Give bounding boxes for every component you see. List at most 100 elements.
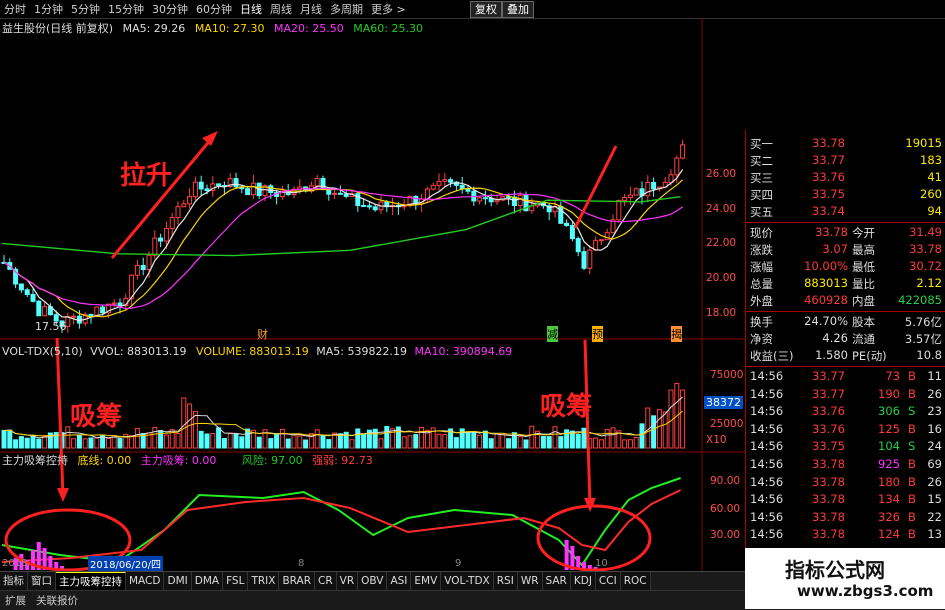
candle-body <box>343 193 349 197</box>
price-tick-22: 22.00 <box>706 237 737 249</box>
candle-body <box>598 239 604 242</box>
tick-time: 14:56 <box>750 457 784 471</box>
indicator-tab-0[interactable]: 指标 <box>0 572 28 590</box>
indicator-tab-6[interactable]: FSL <box>223 572 249 590</box>
bid-price: 33.78 <box>812 136 845 150</box>
bid-label: 买二 <box>750 154 773 168</box>
absorb-arrow-right <box>583 339 592 507</box>
indicator-tab-7[interactable]: TRIX <box>248 572 280 590</box>
indicator-tab-19[interactable]: CCI <box>595 572 621 590</box>
indicator-tab-20[interactable]: ROC <box>620 572 651 590</box>
period-button-0[interactable]: 分时 <box>0 1 30 17</box>
stat-value: 3.07 <box>822 242 848 256</box>
tick-volume: 124 <box>878 527 900 542</box>
finance-value: 1.580 <box>815 348 848 362</box>
indicator-tab-15[interactable]: RSI <box>493 572 518 590</box>
candle-body <box>575 238 581 253</box>
indicator-tab-10[interactable]: VR <box>336 572 359 590</box>
tick-time: 14:56 <box>750 492 784 507</box>
stat-value: 422085 <box>898 293 942 307</box>
tick-count: 26 <box>927 386 942 401</box>
period-button-3[interactable]: 15分钟 <box>104 1 148 17</box>
indicator-tab-8[interactable]: BRAR <box>279 572 315 590</box>
period-toolbar: 分时 1分钟 5分钟 15分钟 30分钟 60分钟 日线 周线 月线 多周期 更多 > 复权 叠加 <box>0 0 945 19</box>
fuquan-button[interactable]: 复权 <box>470 1 502 18</box>
finance-key: 股本 <box>852 315 875 329</box>
tick-count: 16 <box>927 421 942 436</box>
price-tick-24: 24.00 <box>706 203 737 215</box>
period-button-8[interactable]: 月线 <box>296 1 326 17</box>
indicator-tab-2[interactable]: 主力吸筹控持 <box>56 571 126 591</box>
volume-bar <box>517 436 523 449</box>
indicator-tab-17[interactable]: SAR <box>542 572 571 590</box>
stat-key: 涨幅 <box>750 260 773 274</box>
volume-bar <box>71 438 77 449</box>
period-button-5[interactable]: 60分钟 <box>192 1 236 17</box>
tick-row: 14:56 33.78 925 B 69 <box>750 457 942 473</box>
period-button-7[interactable]: 周线 <box>266 1 296 17</box>
absorb-arrow-left <box>55 337 65 497</box>
indicator-tab-12[interactable]: ASI <box>387 572 412 590</box>
tick-row: 14:56 33.78 180 B 26 <box>750 475 942 491</box>
volume-bar <box>558 436 564 449</box>
stat-key: 最低 <box>852 260 875 274</box>
stat-row-0: 现价 33.78 今开 31.49 <box>750 225 942 241</box>
indicator-tab-3[interactable]: MACD <box>126 572 165 590</box>
indicator-tab-13[interactable]: EMV <box>411 572 442 590</box>
indicator-tab-11[interactable]: OBV <box>358 572 388 590</box>
volume-bar <box>239 436 245 449</box>
indicator-tab-9[interactable]: CR <box>315 572 337 590</box>
period-button-6[interactable]: 日线 <box>236 1 266 17</box>
volume-bar <box>604 429 610 449</box>
volume-bar <box>546 436 552 449</box>
tick-row: 14:56 33.77 190 B 26 <box>750 387 942 403</box>
candle-body <box>42 306 48 317</box>
finance-value: 24.70% <box>804 314 848 328</box>
bottom-item-1[interactable]: 关联报价 <box>31 593 83 608</box>
period-button-2[interactable]: 5分钟 <box>67 1 104 17</box>
stat-key: 内盘 <box>852 294 875 308</box>
indicator-tab-14[interactable]: VOL-TDX <box>441 572 494 590</box>
indicator-tab-1[interactable]: 窗口 <box>28 572 56 590</box>
tick-side: B <box>908 386 916 401</box>
tick-time: 14:56 <box>750 439 784 454</box>
volume-bar <box>384 425 390 449</box>
volume-bar <box>198 430 204 449</box>
tick-price: 33.76 <box>812 421 845 436</box>
indicator-tab-16[interactable]: WR <box>517 572 543 590</box>
bid-row-1[interactable]: 买一 33.78 19015 <box>750 136 942 152</box>
bid-row-2[interactable]: 买二 33.77 183 <box>750 153 942 169</box>
tick-time: 14:56 <box>750 386 784 401</box>
bid-row-5[interactable]: 买五 33.74 94 <box>750 204 942 220</box>
candle-body <box>181 203 187 208</box>
bid-row-4[interactable]: 买四 33.75 260 <box>750 187 942 203</box>
indicator-tab-18[interactable]: KDJ <box>570 572 596 590</box>
indicator-tab-5[interactable]: DMA <box>191 572 224 590</box>
ma60-label: MA60: 25.30 <box>353 22 423 35</box>
month-label-9: 9 <box>455 558 462 569</box>
vol-multiplier: X10 <box>706 434 727 446</box>
bottom-item-0[interactable]: 扩展 <box>0 593 31 608</box>
bid-label: 买四 <box>750 188 773 202</box>
volume-bar <box>488 438 494 449</box>
bid-row-3[interactable]: 买三 33.76 41 <box>750 170 942 186</box>
absorb-arrow-left-head <box>57 488 69 502</box>
period-button-4[interactable]: 30分钟 <box>148 1 192 17</box>
period-button-9[interactable]: 多周期 <box>326 1 367 17</box>
period-button-10[interactable]: 更多 > <box>367 1 410 17</box>
volume-bar <box>401 436 407 449</box>
absorb-label: 主力吸筹: 0.00 <box>140 454 217 467</box>
tick-count: 23 <box>927 404 942 419</box>
candle-body <box>332 192 338 195</box>
indicator-tab-4[interactable]: DMI <box>164 572 192 590</box>
volume-bar <box>633 436 639 449</box>
diejia-button[interactable]: 叠加 <box>502 1 534 18</box>
volume-bar <box>76 434 82 449</box>
volume-bar <box>105 437 111 449</box>
tick-row: 14:56 33.76 125 B 16 <box>750 422 942 438</box>
volume-bar <box>94 437 100 449</box>
period-button-1[interactable]: 1分钟 <box>30 1 67 17</box>
tick-count: 11 <box>927 369 942 383</box>
volume-bar <box>540 436 546 449</box>
tick-row: 14:56 33.75 104 S 24 <box>750 439 942 455</box>
